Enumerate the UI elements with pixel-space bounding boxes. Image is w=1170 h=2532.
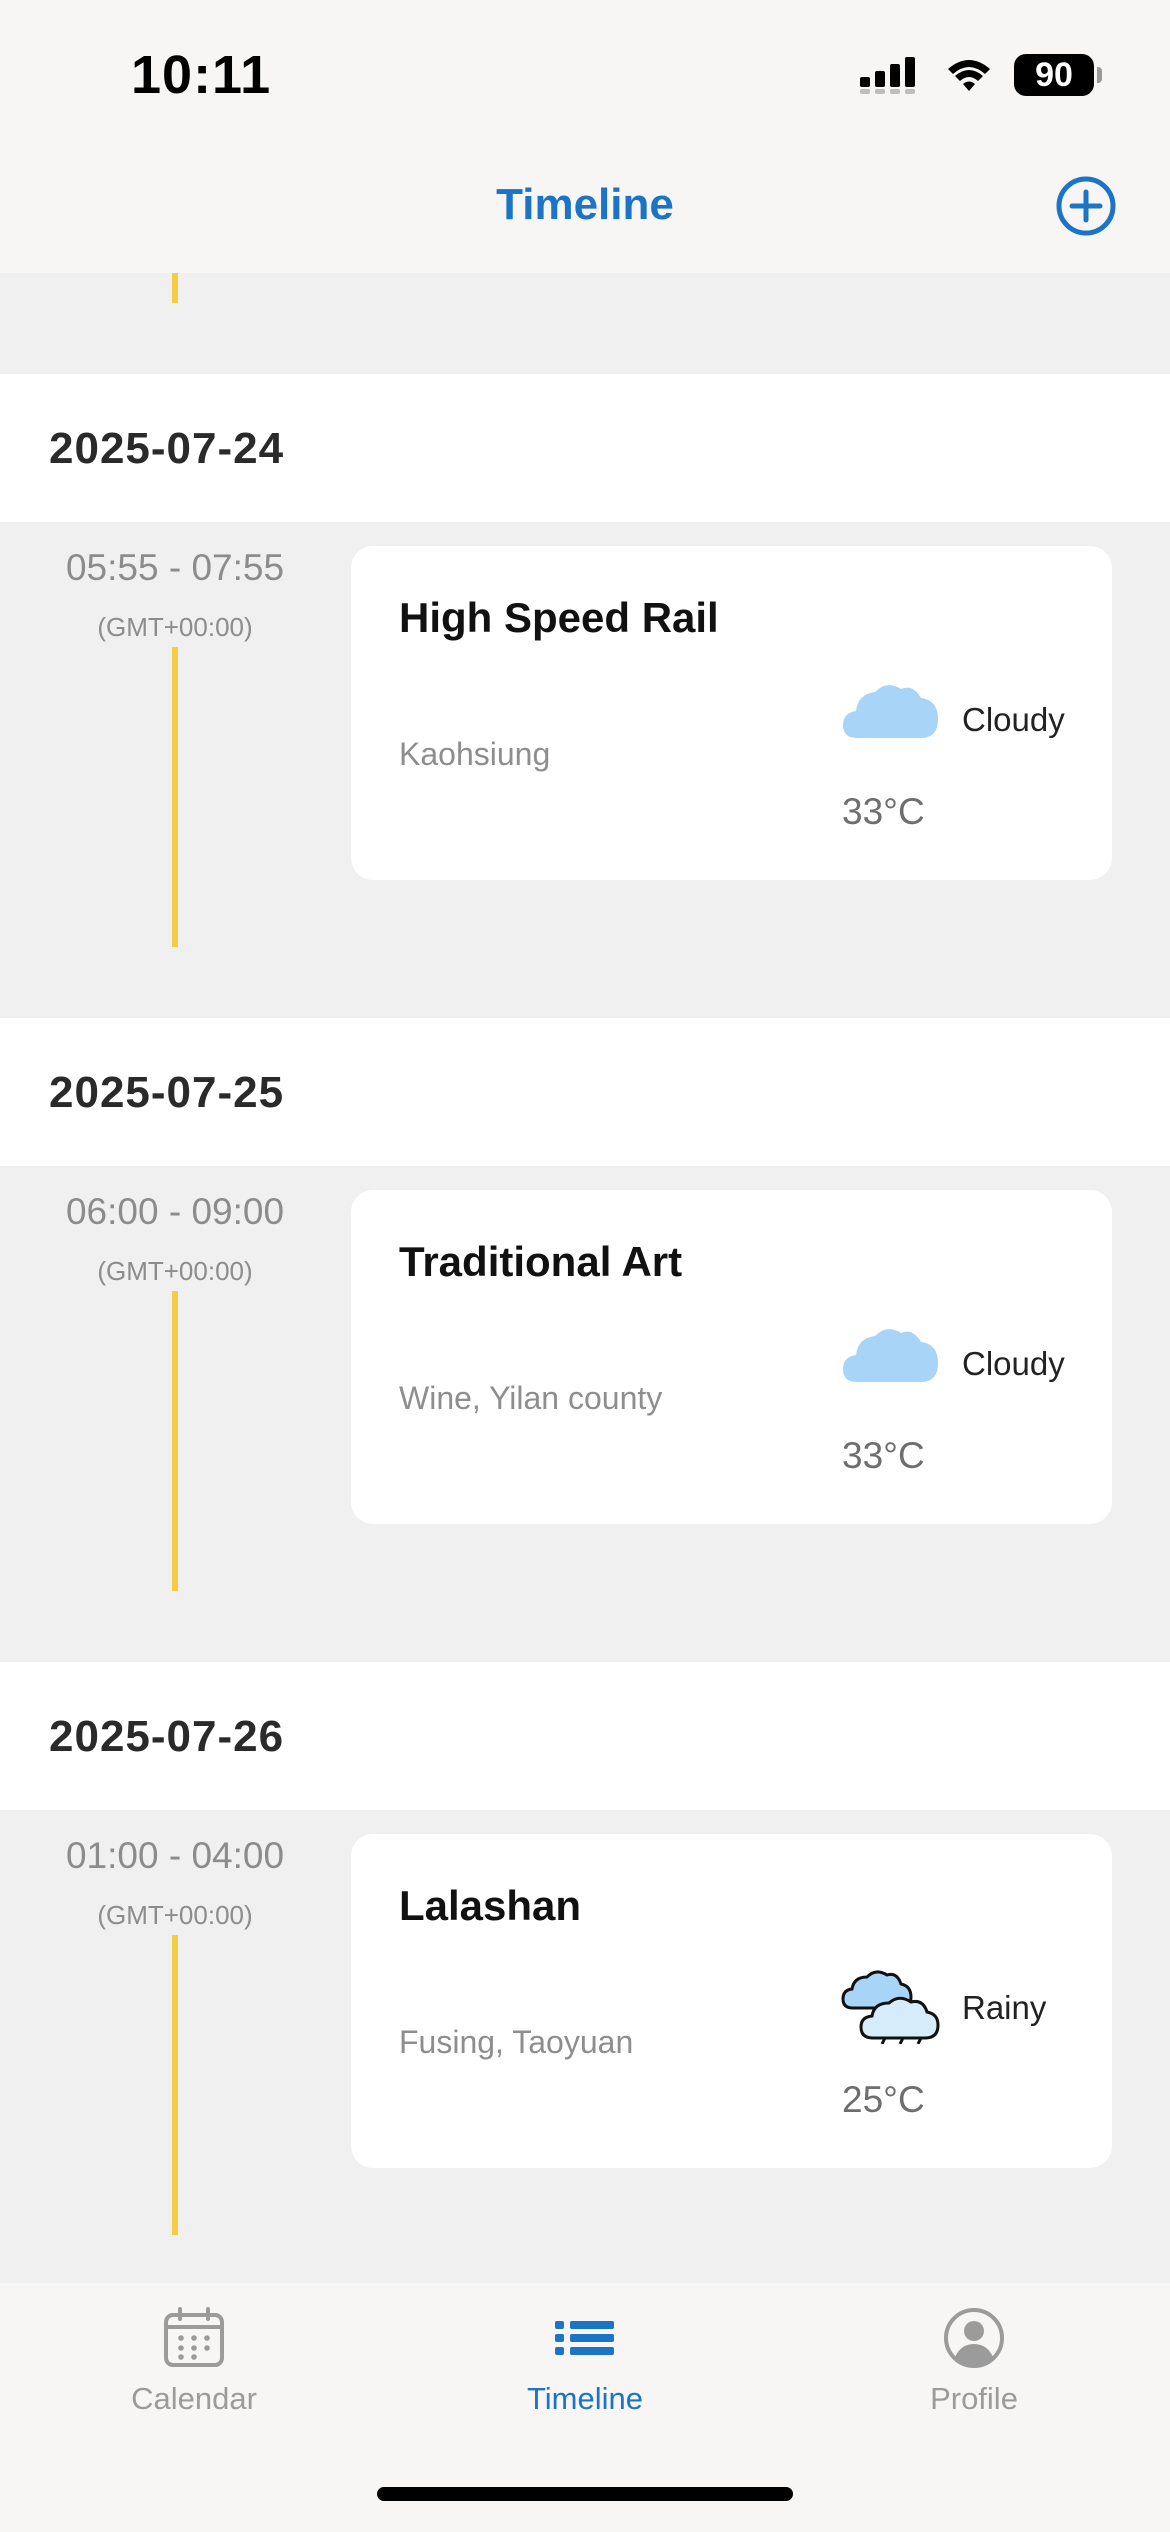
cloud-icon (843, 685, 938, 738)
event-title: Traditional Art (399, 1238, 683, 1285)
cloud-icon (843, 1329, 938, 1382)
weather-temperature: 33°C (842, 1435, 925, 1476)
event-time-range: 05:55 - 07:55 (65, 547, 285, 588)
list-icon (555, 2321, 614, 2355)
event-location: Wine, Yilan county (399, 1380, 663, 1416)
event-timezone: (GMT+00:00) (97, 1900, 253, 1930)
event-time-range: 01:00 - 04:00 (65, 1835, 285, 1876)
day-date: 2025-07-26 (49, 1712, 285, 1761)
weather-condition: Cloudy (962, 701, 1065, 738)
day-date: 2025-07-25 (49, 1068, 285, 1117)
weather-condition: Cloudy (962, 1345, 1065, 1382)
day-header: 2025-07-26 (0, 1662, 1170, 1810)
weather-temperature: 33°C (842, 791, 925, 832)
event-card[interactable]: High Speed Rail Kaohsiung Cloudy 33°C (351, 546, 1112, 880)
event-timezone: (GMT+00:00) (97, 612, 253, 642)
page-title: Timeline (496, 180, 674, 229)
wifi-icon (948, 60, 990, 91)
rain-clouds-icon (841, 1970, 940, 2044)
tab-timeline[interactable]: Timeline (455, 2305, 715, 2417)
status-time: 10:11 (131, 45, 272, 105)
tab-label: Calendar (131, 2381, 257, 2416)
battery-level: 90 (1035, 55, 1073, 94)
nav-bar: Timeline (0, 140, 1170, 273)
timeline-list[interactable]: 2025-07-24 05:55 - 07:55 (GMT+00:00) Hig… (0, 273, 1170, 2283)
event-time-range: 06:00 - 09:00 (65, 1191, 285, 1232)
event-title: Lalashan (399, 1882, 582, 1929)
timeline-line (172, 647, 178, 947)
event-timezone: (GMT+00:00) (97, 1256, 253, 1286)
day-header: 2025-07-24 (0, 374, 1170, 522)
event-title: High Speed Rail (399, 594, 719, 641)
weather-condition: Rainy (962, 1989, 1047, 2026)
add-event-button[interactable] (1055, 175, 1117, 237)
battery-tip (1097, 67, 1102, 83)
day-date: 2025-07-24 (49, 424, 285, 473)
event-location: Kaohsiung (399, 736, 551, 772)
home-indicator (377, 2487, 793, 2501)
calendar-icon (164, 2307, 224, 2367)
event-card[interactable]: Lalashan Fusing, Taoyuan Rainy 25°C (351, 1834, 1112, 2168)
tab-label: Profile (930, 2381, 1018, 2416)
status-bar: 10:11 90 (0, 0, 1170, 140)
weather-temperature: 25°C (842, 2079, 925, 2120)
profile-icon (944, 2308, 1004, 2368)
event-card[interactable]: Traditional Art Wine, Yilan county Cloud… (351, 1190, 1112, 1524)
event-location: Fusing, Taoyuan (399, 2024, 634, 2060)
app-screen: 10:11 90 Timeline 2025-07-24 05:55 - 07:… (0, 0, 1170, 2532)
timeline-line (172, 1935, 178, 2235)
tab-profile[interactable]: Profile (844, 2305, 1104, 2417)
battery-icon: 90 (1014, 54, 1102, 96)
day-header: 2025-07-25 (0, 1018, 1170, 1166)
timeline-line (172, 273, 178, 303)
tab-label: Timeline (527, 2381, 643, 2416)
tab-calendar[interactable]: Calendar (64, 2305, 324, 2417)
status-icons: 90 (858, 54, 1102, 96)
timeline-line (172, 1291, 178, 1591)
cellular-signal-icon (860, 57, 915, 94)
